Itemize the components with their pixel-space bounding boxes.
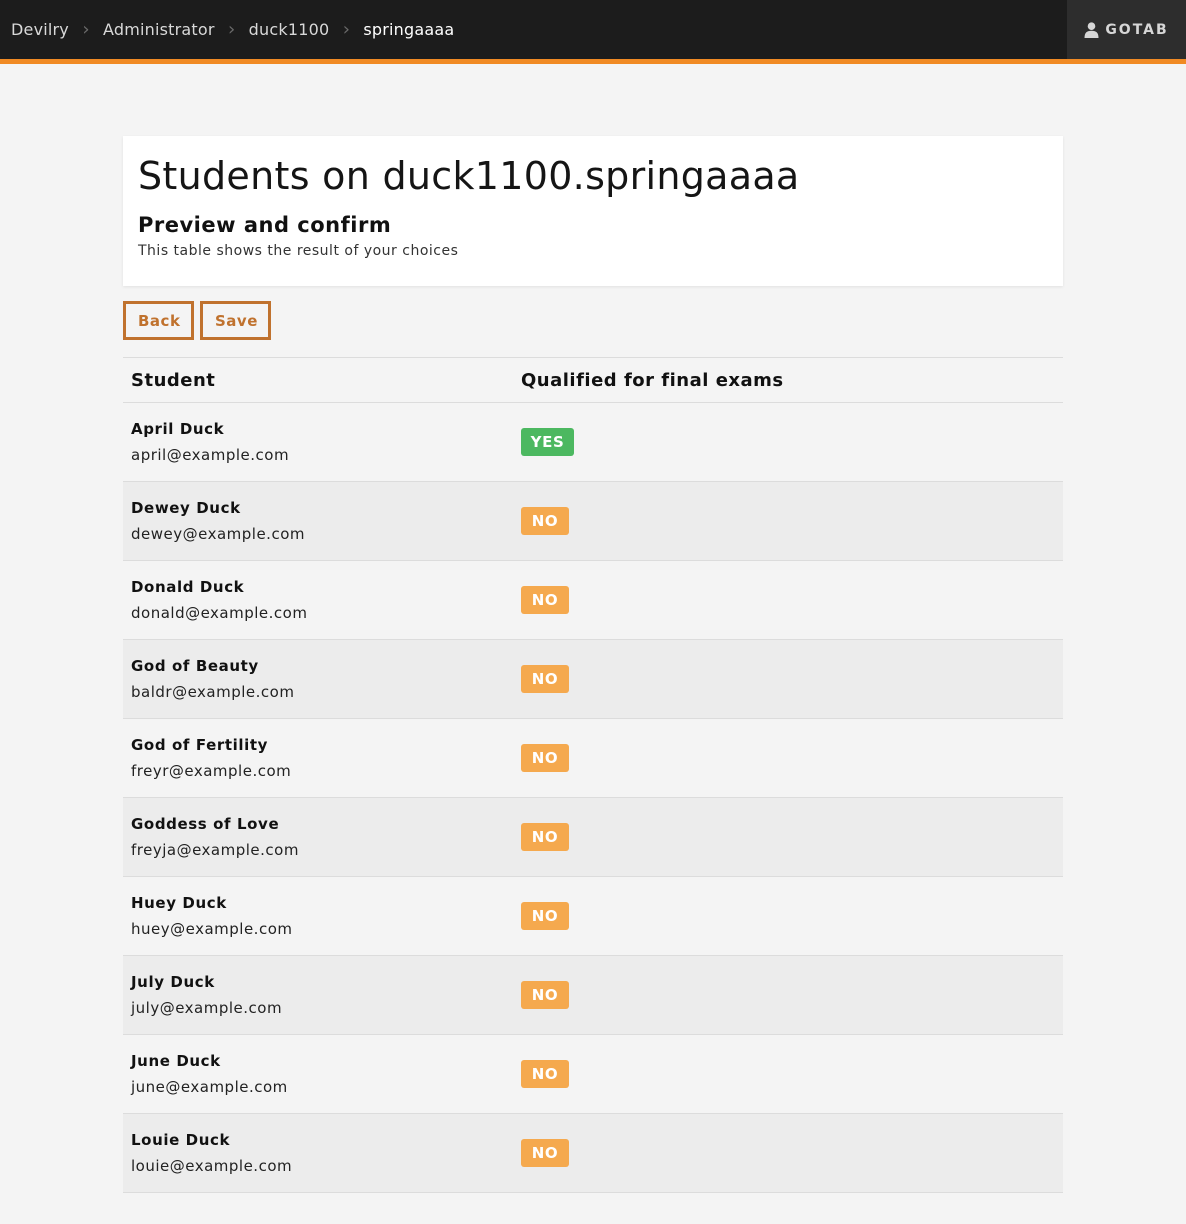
status-badge: NO [521, 744, 569, 772]
table-row: Goddess of Love freyja@example.com NO [123, 797, 1063, 877]
student-name: God of Beauty [131, 657, 259, 675]
page-description: This table shows the result of your choi… [138, 243, 459, 259]
table-row: Huey Duck huey@example.com NO [123, 877, 1063, 956]
column-header-student: Student [123, 357, 521, 403]
save-button[interactable]: Save [200, 301, 271, 340]
column-header-qualified: Qualified for final exams [521, 357, 1063, 403]
table-row: Donald Duck donald@example.com NO [123, 561, 1063, 640]
student-email: freyja@example.com [131, 841, 299, 859]
student-email: donald@example.com [131, 604, 308, 622]
breadcrumb-administrator[interactable]: Administrator [103, 20, 215, 39]
status-badge: NO [521, 507, 569, 535]
student-email: june@example.com [131, 1078, 288, 1096]
table-row: God of Beauty baldr@example.com NO [123, 639, 1063, 719]
breadcrumb-subject[interactable]: duck1100 [249, 20, 330, 39]
user-icon [1084, 21, 1099, 38]
table-row: July Duck july@example.com NO [123, 955, 1063, 1035]
back-button[interactable]: Back [123, 301, 194, 340]
chevron-right-icon: › [228, 18, 236, 40]
students-table: Student Qualified for final exams April … [123, 357, 1063, 1193]
status-badge: NO [521, 902, 569, 930]
breadcrumb: Devilry › Administrator › duck1100 › spr… [0, 0, 454, 59]
page-subtitle: Preview and confirm [138, 213, 392, 237]
status-badge: YES [521, 428, 574, 456]
student-email: huey@example.com [131, 920, 293, 938]
table-row: Louie Duck louie@example.com NO [123, 1113, 1063, 1193]
student-name: June Duck [131, 1052, 221, 1070]
page-title: Students on duck1100.springaaaa [138, 154, 800, 198]
breadcrumb-period: springaaaa [363, 20, 455, 39]
status-badge: NO [521, 1139, 569, 1167]
student-email: louie@example.com [131, 1157, 293, 1175]
chevron-right-icon: › [342, 18, 350, 40]
student-email: dewey@example.com [131, 525, 305, 543]
action-buttons: Back Save [123, 301, 1063, 340]
table-header-row: Student Qualified for final exams [123, 357, 1063, 403]
user-menu-button[interactable]: GOTAB [1067, 0, 1186, 59]
status-badge: NO [521, 586, 569, 614]
status-badge: NO [521, 1060, 569, 1088]
student-email: july@example.com [131, 999, 283, 1017]
student-name: Dewey Duck [131, 499, 241, 517]
status-badge: NO [521, 981, 569, 1009]
table-row: April Duck april@example.com YES [123, 403, 1063, 482]
student-name: Goddess of Love [131, 815, 280, 833]
status-badge: NO [521, 823, 569, 851]
student-name: April Duck [131, 420, 225, 438]
student-email: freyr@example.com [131, 762, 292, 780]
breadcrumb-devilry[interactable]: Devilry [11, 20, 69, 39]
user-label: GOTAB [1105, 21, 1169, 38]
top-navbar: Devilry › Administrator › duck1100 › spr… [0, 0, 1186, 64]
table-row: God of Fertility freyr@example.com NO [123, 719, 1063, 798]
student-email: baldr@example.com [131, 683, 295, 701]
status-badge: NO [521, 665, 569, 693]
page-header-card: Students on duck1100.springaaaa Preview … [123, 136, 1063, 286]
student-name: Donald Duck [131, 578, 245, 596]
main-content: Students on duck1100.springaaaa Preview … [123, 136, 1063, 1193]
student-name: Huey Duck [131, 894, 227, 912]
table-row: Dewey Duck dewey@example.com NO [123, 481, 1063, 561]
student-email: april@example.com [131, 446, 290, 464]
table-row: June Duck june@example.com NO [123, 1035, 1063, 1114]
student-name: July Duck [131, 973, 215, 991]
chevron-right-icon: › [82, 18, 90, 40]
student-name: Louie Duck [131, 1131, 231, 1149]
student-name: God of Fertility [131, 736, 268, 754]
